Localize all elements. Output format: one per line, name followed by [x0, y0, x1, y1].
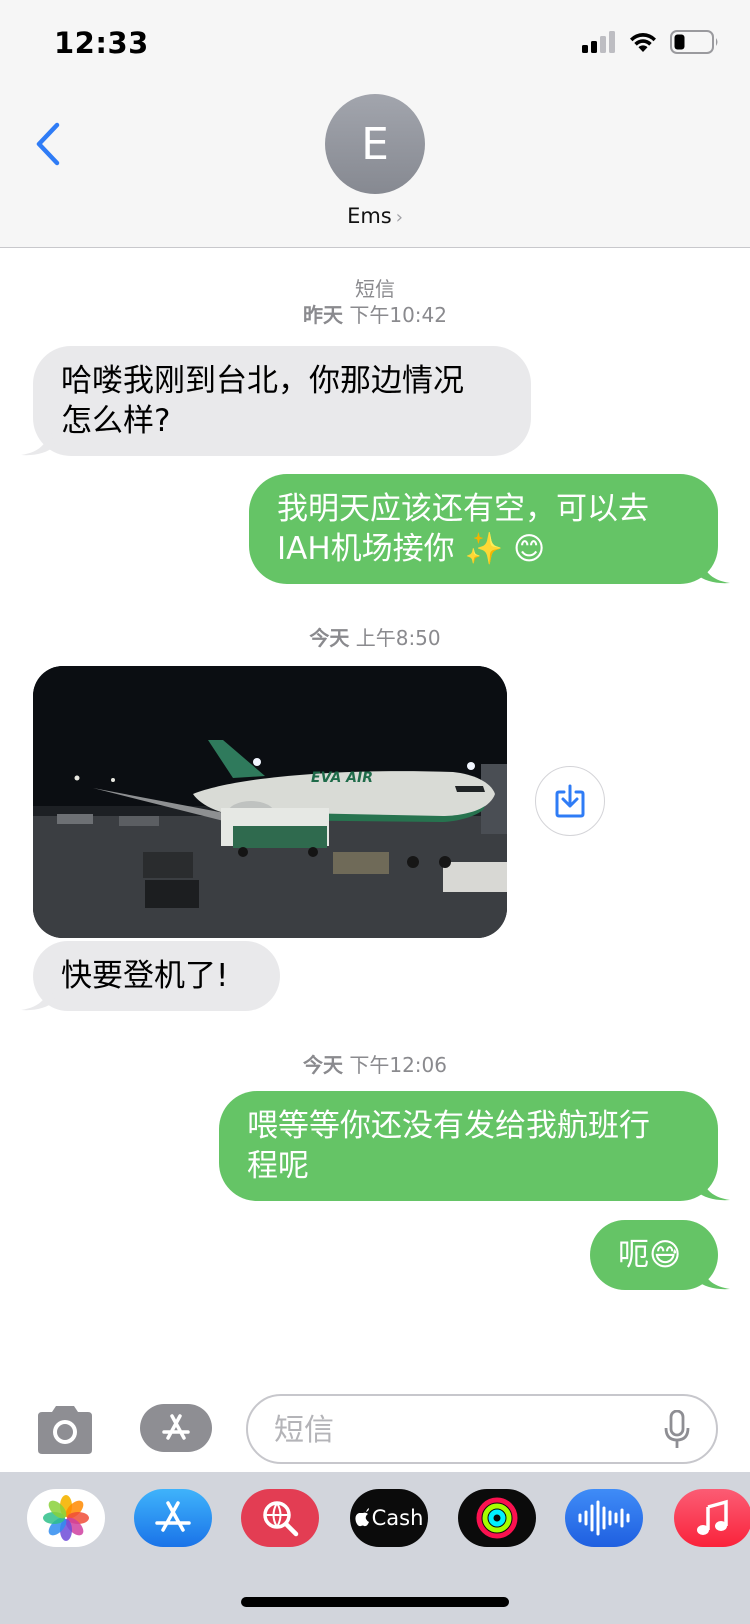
bubble-tail	[21, 426, 55, 456]
timestamp-time: 下午10:42	[349, 303, 447, 327]
activity-app-button[interactable]	[458, 1489, 536, 1547]
messages-screen: 12:33 E Ems › 短信 昨天 下午10:42 哈喽我刚到台北，你那边情…	[0, 0, 750, 1624]
message-line: 快要登机了!	[61, 958, 229, 994]
web-search-app-button[interactable]	[241, 1489, 319, 1547]
message-input-container	[246, 1394, 718, 1464]
timestamp: 今天 上午8:50	[0, 622, 750, 651]
airplane-photo: EVA AIR	[33, 666, 507, 938]
timestamp-service: 短信	[355, 277, 395, 301]
message-line: 呃😅	[618, 1237, 682, 1273]
timestamp: 昨天 下午10:42	[0, 299, 750, 328]
message-bubble-outgoing[interactable]: 我明天应该还有空，可以去 IAH机场接你 ✨ 😊	[249, 474, 730, 584]
timestamp-day: 今天	[309, 626, 350, 650]
contact-name: Ems	[347, 204, 392, 228]
contact-avatar[interactable]: E	[325, 94, 425, 194]
battery-icon	[670, 30, 718, 54]
activity-icon	[476, 1497, 518, 1539]
bubble-tail	[696, 554, 730, 584]
message-bubble-incoming[interactable]: 哈喽我刚到台北，你那边情况 怎么样?	[21, 346, 531, 456]
timestamp-time: 上午8:50	[355, 626, 441, 650]
cellular-signal-icon	[582, 31, 615, 53]
photo-text: EVA AIR	[311, 770, 373, 786]
timestamp: 今天 下午12:06	[0, 1049, 750, 1078]
photos-icon	[43, 1495, 89, 1541]
photos-app-button[interactable]	[27, 1489, 105, 1547]
message-bubble-incoming[interactable]: 快要登机了!	[21, 941, 280, 1011]
bubble-tail	[696, 1260, 730, 1290]
download-icon	[555, 784, 585, 818]
chevron-left-icon	[36, 122, 60, 166]
status-icons	[582, 30, 720, 54]
chevron-right-icon: ›	[395, 207, 403, 228]
camera-button[interactable]	[34, 1404, 96, 1456]
camera-icon	[38, 1406, 92, 1454]
message-line: 哈喽我刚到台北，你那边情况	[61, 363, 464, 399]
app-store-button[interactable]	[140, 1404, 212, 1452]
bubble-tail	[21, 981, 55, 1011]
web-search-icon	[263, 1501, 299, 1537]
status-time: 12:33	[54, 26, 149, 60]
compose-bar	[0, 1392, 750, 1472]
message-bubble-outgoing[interactable]: 喂等等你还没有发给我航班行 程呢	[219, 1091, 730, 1201]
microphone-icon[interactable]	[664, 1410, 690, 1450]
timestamp-day: 今天	[303, 1053, 343, 1077]
photo-attachment[interactable]: EVA AIR	[33, 666, 507, 938]
message-line: 我明天应该还有空，可以去	[277, 491, 649, 527]
message-line: IAH机场接你 ✨ 😊	[277, 531, 546, 567]
wifi-icon	[630, 33, 656, 52]
apple-cash-app-button[interactable]: Cash	[350, 1489, 428, 1547]
apple-cash-label: Cash	[371, 1506, 424, 1530]
timestamp-day: 昨天	[303, 303, 343, 327]
music-icon	[697, 1499, 728, 1535]
contact-name-button[interactable]: Ems ›	[0, 204, 750, 228]
conversation-header: 12:33 E Ems ›	[0, 0, 750, 248]
message-input[interactable]	[274, 1406, 644, 1454]
audio-message-icon	[578, 1500, 630, 1536]
app-store-app-button[interactable]	[134, 1489, 212, 1547]
timestamp-time: 下午12:06	[349, 1053, 447, 1077]
apple-cash-icon	[355, 1508, 369, 1527]
app-store-icon	[162, 1414, 190, 1440]
audio-message-app-button[interactable]	[565, 1489, 643, 1547]
app-store-icon	[155, 1501, 191, 1532]
save-photo-button[interactable]	[535, 766, 605, 836]
home-indicator[interactable]	[241, 1597, 509, 1607]
message-line: 怎么样?	[61, 403, 171, 439]
music-app-button[interactable]	[674, 1489, 750, 1547]
message-line: 喂等等你还没有发给我航班行	[247, 1108, 650, 1144]
bubble-tail	[696, 1171, 730, 1201]
message-line: 程呢	[247, 1148, 309, 1184]
message-bubble-outgoing[interactable]: 呃😅	[590, 1220, 730, 1290]
back-button[interactable]	[28, 116, 68, 172]
